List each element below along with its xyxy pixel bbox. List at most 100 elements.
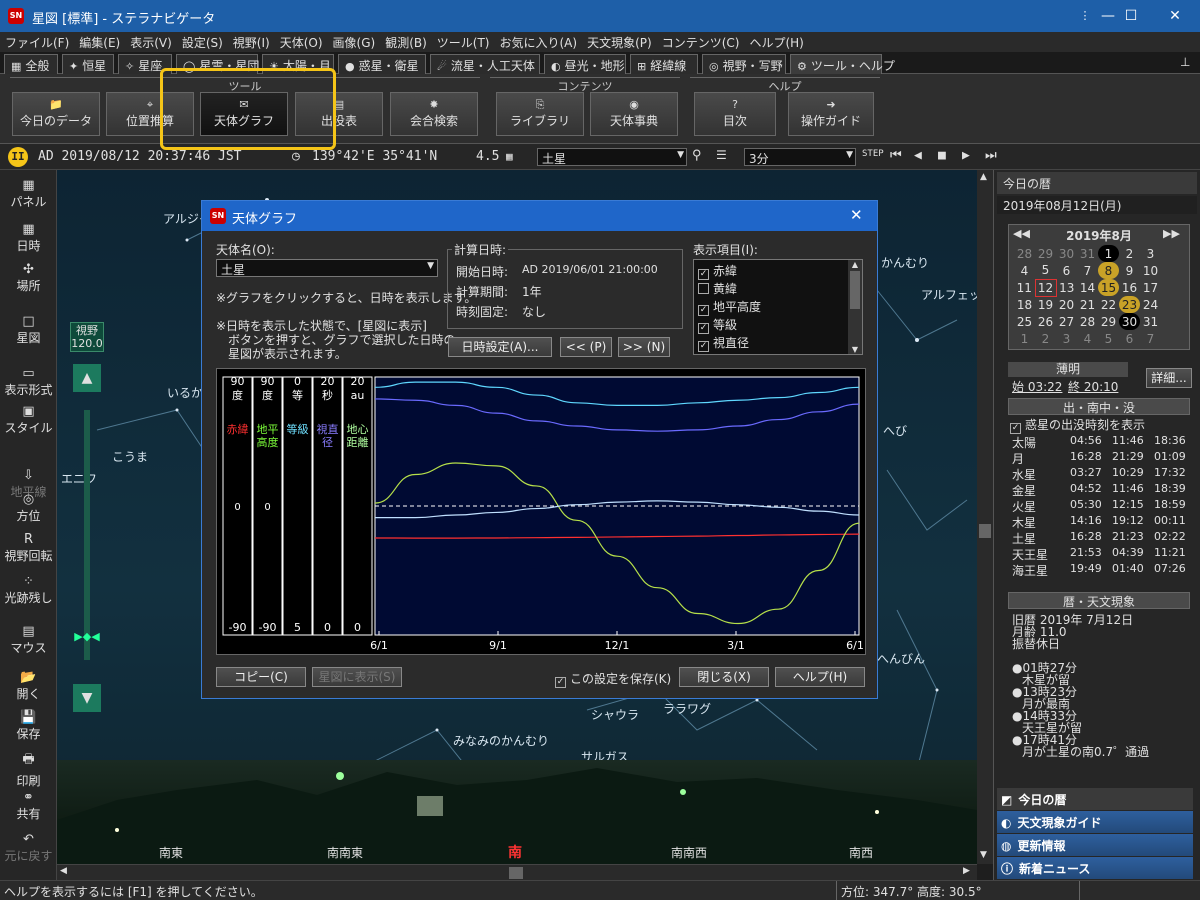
left-tool-5[interactable]: ▣ スタイル xyxy=(0,404,57,436)
calendar-day[interactable]: 29 xyxy=(1035,245,1056,262)
search-icon[interactable]: ⚲ xyxy=(692,148,702,163)
save-setting-row[interactable]: ✓ この設定を保存(K) xyxy=(555,670,671,688)
scroll-down-icon[interactable]: ▼ xyxy=(980,850,987,860)
left-tool-2[interactable]: ✣ 場所 xyxy=(0,262,57,294)
tab-9[interactable]: ◎ 視野・写野 xyxy=(702,54,786,74)
calendar-day[interactable]: 3 xyxy=(1140,245,1161,262)
scroll-thumb[interactable] xyxy=(850,271,860,309)
calendar-day[interactable]: 2 xyxy=(1119,245,1140,262)
ribbon-button-7[interactable]: ? 目次 xyxy=(694,92,776,136)
zoom-out-button[interactable]: ▼ xyxy=(73,684,101,712)
calendar-day[interactable]: 8 xyxy=(1098,262,1119,279)
items-scrollbar[interactable]: ▲ ▼ xyxy=(848,260,862,354)
copy-button[interactable]: コピー(C) xyxy=(216,667,306,687)
left-tool-1[interactable]: ▦ 日時 xyxy=(0,222,57,254)
calendar-day[interactable]: 14 xyxy=(1077,279,1098,296)
nav-bar-0[interactable]: ◩ 今日の暦 xyxy=(997,788,1193,810)
ribbon-button-8[interactable]: ➜ 操作ガイド xyxy=(788,92,874,136)
ribbon-button-0[interactable]: 📁 今日のデータ xyxy=(12,92,100,136)
calendar-day[interactable]: 30 xyxy=(1119,313,1140,330)
tab-1[interactable]: ✦ 恒星 xyxy=(62,54,114,74)
object-select[interactable]: 土星 ▼ xyxy=(537,148,687,166)
ribbon-button-4[interactable]: ✸ 会合検索 xyxy=(390,92,478,136)
checkbox-icon[interactable] xyxy=(698,283,709,294)
checkbox-icon[interactable]: ✓ xyxy=(698,341,709,352)
calendar-day[interactable]: 11 xyxy=(1014,279,1035,296)
step-icon[interactable]: STEP xyxy=(862,149,884,159)
help-dialog-button[interactable]: ヘルプ(H) xyxy=(775,667,865,687)
left-tool-11[interactable]: 📂 開く xyxy=(0,670,57,702)
dialog-close-icon[interactable]: ✕ xyxy=(850,206,863,224)
zoom-slider[interactable] xyxy=(84,410,90,660)
first-icon[interactable]: ⏮ xyxy=(890,148,902,163)
maximize-button[interactable]: ☐ xyxy=(1108,0,1154,32)
menu-item[interactable]: 編集(E) xyxy=(74,32,125,53)
checkbox-icon[interactable]: ✓ xyxy=(698,269,709,280)
vertical-scrollbar[interactable]: ▲ ▼ xyxy=(977,170,993,864)
prev-icon[interactable]: ◀ xyxy=(914,148,922,163)
calendar-day[interactable]: 16 xyxy=(1119,279,1140,296)
calendar-day[interactable]: 15 xyxy=(1098,279,1119,296)
zoom-slider-handle[interactable]: ▶◆◀ xyxy=(68,630,106,644)
step-select[interactable]: 3分 ▼ xyxy=(744,148,856,166)
calendar-day[interactable]: 4 xyxy=(1077,330,1098,347)
left-tool-8[interactable]: R 視野回転 xyxy=(0,532,57,564)
calendar-day[interactable]: 13 xyxy=(1056,279,1077,296)
datetime-settings-button[interactable]: 日時設定(A)... xyxy=(448,337,552,357)
left-tool-7[interactable]: ◎ 方位 xyxy=(0,492,57,524)
calendar-day[interactable]: 31 xyxy=(1140,313,1161,330)
scroll-left-icon[interactable]: ◀ xyxy=(60,866,67,876)
menu-item[interactable]: 設定(S) xyxy=(177,32,228,53)
mag-icon[interactable]: ▦ xyxy=(506,150,513,163)
list-icon[interactable]: ☰ xyxy=(716,148,727,162)
checkbox-icon[interactable]: ✓ xyxy=(698,323,709,334)
next-icon[interactable]: ▶ xyxy=(962,148,970,163)
tab-8[interactable]: ⊞ 経緯線 xyxy=(630,54,698,74)
next-period-button[interactable]: >> (N) xyxy=(618,337,670,357)
calendar-day[interactable]: 5 xyxy=(1035,262,1056,279)
tab-0[interactable]: ▦ 全般 xyxy=(4,54,58,74)
mag-display[interactable]: 4.5 xyxy=(476,149,499,164)
calendar-day[interactable]: 6 xyxy=(1119,330,1140,347)
item-row[interactable]: 黄緯 xyxy=(698,280,848,298)
graph-area[interactable]: 90 度赤緯 0 -90 90 度地平 高度 0 -90 0 等等級 5 20 秒視直径 0 20 au 地心 距離… xyxy=(216,368,866,655)
graph-svg[interactable]: 90度赤緯0-9090度地平高度0-900等等級520秒視直径020au地心距離… xyxy=(217,369,865,654)
calendar-day[interactable]: 29 xyxy=(1098,313,1119,330)
calendar-day[interactable]: 17 xyxy=(1140,279,1161,296)
calendar-day[interactable]: 2 xyxy=(1035,330,1056,347)
nav-bar-3[interactable]: ⓘ 新着ニュース xyxy=(997,857,1193,879)
scroll-right-icon[interactable]: ▶ xyxy=(963,866,970,876)
left-tool-14[interactable]: ⚭ 共有 xyxy=(0,790,57,822)
menu-item[interactable]: 観測(B) xyxy=(380,32,432,53)
menu-item[interactable]: ファイル(F) xyxy=(0,32,74,53)
pin-icon[interactable]: ⊥ xyxy=(1180,55,1190,69)
calendar-day[interactable]: 19 xyxy=(1035,296,1056,313)
rise-check-row[interactable]: ✓ 惑星の出没時刻を表示 xyxy=(1010,416,1145,434)
calendar-day[interactable]: 9 xyxy=(1119,262,1140,279)
menu-item[interactable]: コンテンツ(C) xyxy=(657,32,745,53)
horizontal-scrollbar[interactable]: ◀ ▶ xyxy=(57,864,977,880)
calendar-day[interactable]: 28 xyxy=(1014,245,1035,262)
calendar-day[interactable]: 27 xyxy=(1056,313,1077,330)
menu-item[interactable]: ツール(T) xyxy=(432,32,495,53)
scroll-up-icon[interactable]: ▲ xyxy=(980,172,987,182)
datetime-display[interactable]: AD 2019/08/12 20:37:46 JST xyxy=(38,149,242,164)
left-tool-10[interactable]: ▤ マウス xyxy=(0,624,57,656)
calendar-day[interactable]: 28 xyxy=(1077,313,1098,330)
close-button[interactable]: ✕ xyxy=(1152,0,1198,32)
clock-icon[interactable]: ◷ xyxy=(292,149,300,164)
left-tool-0[interactable]: ▦ パネル xyxy=(0,178,57,210)
menu-item[interactable]: 画像(G) xyxy=(328,32,381,53)
left-tool-9[interactable]: ⁘ 光跡残し xyxy=(0,574,57,606)
ribbon-button-6[interactable]: ◉ 天体事典 xyxy=(590,92,678,136)
scroll-down-icon[interactable]: ▼ xyxy=(848,345,862,354)
calendar-day[interactable]: 30 xyxy=(1056,245,1077,262)
tab-5[interactable]: ● 惑星・衛星 xyxy=(338,54,426,74)
menu-item[interactable]: 表示(V) xyxy=(125,32,177,53)
cal-next-icon[interactable]: ▶▶ xyxy=(1163,227,1180,240)
close-dialog-button[interactable]: 閉じる(X) xyxy=(679,667,769,687)
pause-icon[interactable]: II xyxy=(8,147,28,167)
menu-item[interactable]: 視野(I) xyxy=(228,32,275,53)
calendar-day[interactable]: 3 xyxy=(1056,330,1077,347)
menu-item[interactable]: 天文現象(P) xyxy=(582,32,657,53)
